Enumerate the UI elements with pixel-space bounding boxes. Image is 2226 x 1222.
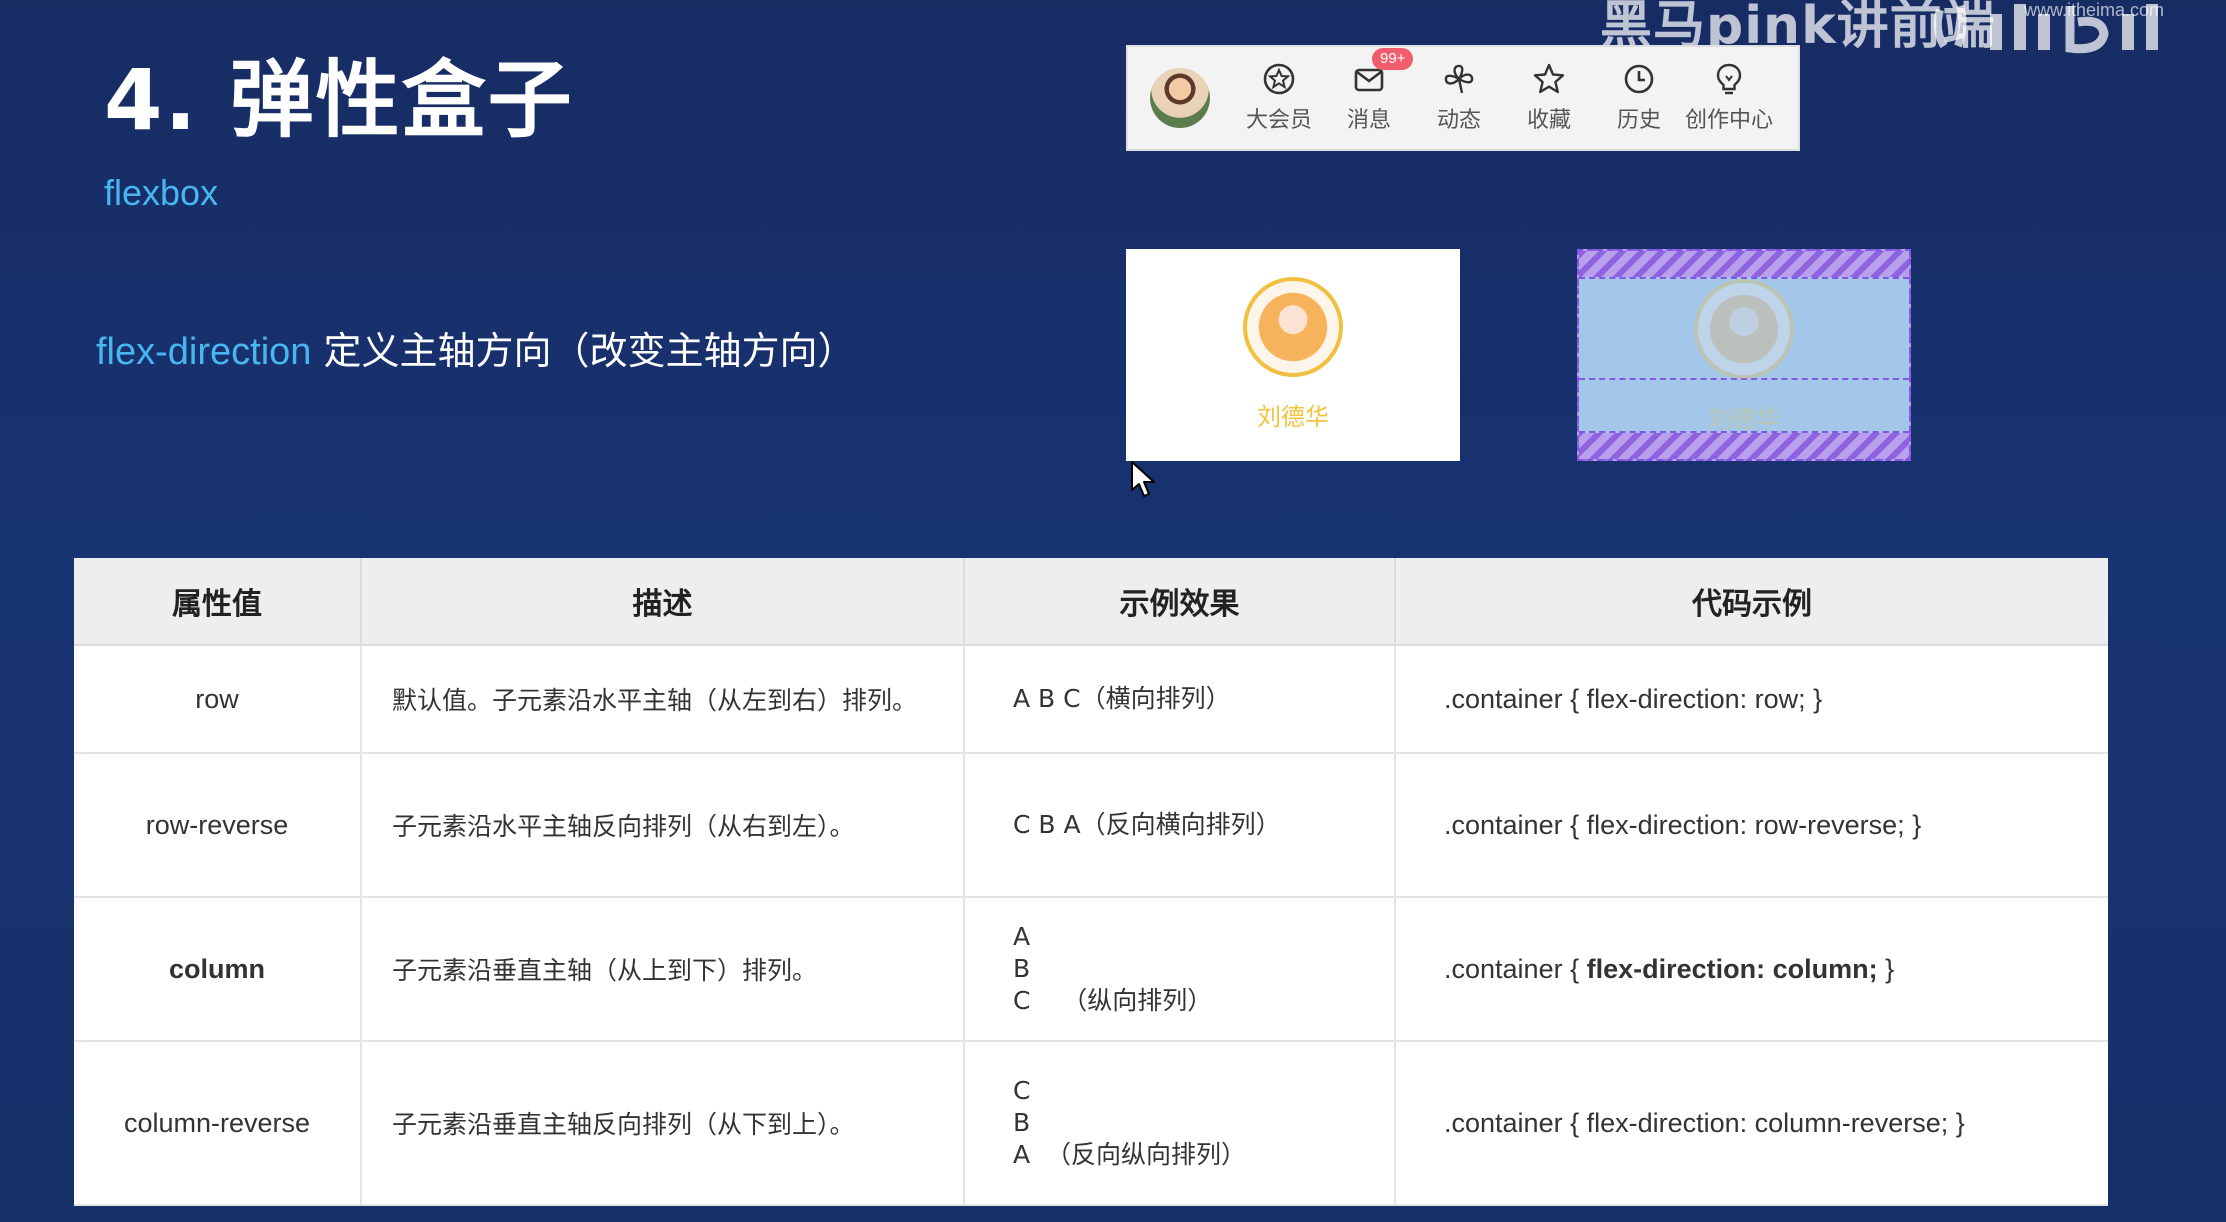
code-prefix: .container { xyxy=(1444,809,1587,840)
header-code: 代码示例 xyxy=(1395,558,2108,646)
profile-avatar-inspected xyxy=(1694,279,1794,379)
cell-code: .container { flex-direction: row-reverse… xyxy=(1395,753,2108,898)
example-line: A （反向纵向排列） xyxy=(1013,1140,1246,1169)
profile-name: 刘德华 xyxy=(1257,403,1329,431)
cell-example: C B A（反向横向排列） xyxy=(964,753,1396,898)
example-line: A xyxy=(1013,922,1031,951)
cell-example: A B C（横向排列） xyxy=(964,645,1396,754)
user-avatar[interactable] xyxy=(1150,68,1210,128)
example-line: C （纵向排列） xyxy=(1013,986,1213,1015)
nav-label-history: 历史 xyxy=(1616,108,1661,133)
clock-icon xyxy=(1624,64,1654,94)
nav-label-dynamic: 动态 xyxy=(1436,108,1481,133)
nav-label-vip: 大会员 xyxy=(1245,108,1312,133)
code-prefix: .container { xyxy=(1444,683,1587,714)
nav-item-messages[interactable]: 99+ 消息 xyxy=(1324,48,1414,134)
table-row: column 子元素沿垂直主轴（从上到下）排列。 A B C （纵向排列） .c… xyxy=(74,897,2108,1042)
vip-icon xyxy=(1263,63,1295,95)
cell-value: column xyxy=(74,897,362,1042)
example-line: C xyxy=(1013,1076,1031,1105)
profile-card-normal: 刘德华 xyxy=(1126,249,1460,461)
code-suffix: } xyxy=(1948,1107,1965,1138)
header-example: 示例效果 xyxy=(964,558,1396,646)
cell-code: .container { flex-direction: column-reve… xyxy=(1395,1041,2108,1206)
nav-item-vip[interactable]: 大会员 xyxy=(1234,62,1324,134)
example-line: B xyxy=(1013,954,1031,983)
nav-item-favorites[interactable]: 收藏 xyxy=(1504,62,1594,134)
header-description: 描述 xyxy=(361,558,965,646)
cell-value: row-reverse xyxy=(74,753,362,898)
code-body: flex-direction: column; xyxy=(1586,953,1878,984)
table-header-row: 属性值 描述 示例效果 代码示例 xyxy=(74,558,2108,646)
property-description: 定义主轴方向（改变主轴方向） xyxy=(311,329,856,373)
header-value: 属性值 xyxy=(74,558,362,646)
code-suffix: } xyxy=(1805,683,1823,714)
table-row: row 默认值。子元素沿水平主轴（从左到右）排列。 A B C（横向排列） .c… xyxy=(74,645,2108,754)
nav-label-favorites: 收藏 xyxy=(1526,108,1571,133)
code-prefix: .container { xyxy=(1444,953,1587,984)
example-line: B xyxy=(1013,1108,1031,1137)
cell-example: C B A （反向纵向排列） xyxy=(964,1041,1396,1206)
star-icon xyxy=(1533,63,1565,94)
slide-subtitle: flexbox xyxy=(104,172,219,213)
table-row: column-reverse 子元素沿垂直主轴反向排列（从下到上）。 C B A… xyxy=(74,1041,2108,1206)
code-body: flex-direction: row; xyxy=(1586,683,1806,714)
nav-item-creator-center[interactable]: 创作中心 xyxy=(1684,62,1774,134)
cell-value: column-reverse xyxy=(74,1041,362,1206)
slide-title: 4. 弹性盒子 xyxy=(104,51,574,149)
profile-name-inspected: 刘德华 xyxy=(1708,405,1780,433)
code-suffix: } xyxy=(1904,809,1922,840)
mouse-cursor-icon xyxy=(1131,461,1155,497)
nav-item-dynamic[interactable]: 动态 xyxy=(1414,62,1504,134)
code-body: flex-direction: column-reverse; xyxy=(1586,1107,1949,1138)
code-prefix: .container { xyxy=(1444,1107,1587,1138)
profile-card-inspected: 刘德华 xyxy=(1577,249,1911,461)
table-row: row-reverse 子元素沿水平主轴反向排列（从右到左）。 C B A（反向… xyxy=(74,753,2108,898)
cell-description: 子元素沿垂直主轴反向排列（从下到上）。 xyxy=(361,1041,965,1206)
cell-code: .container { flex-direction: row; } xyxy=(1395,645,2108,754)
property-line: flex-direction 定义主轴方向（改变主轴方向） xyxy=(96,320,856,375)
cell-description: 子元素沿水平主轴反向排列（从右到左）。 xyxy=(361,753,965,898)
profile-avatar xyxy=(1243,277,1343,377)
nav-label-messages: 消息 xyxy=(1346,108,1391,133)
code-suffix: } xyxy=(1877,953,1895,984)
example-line: A B C（横向排列） xyxy=(1013,684,1231,713)
message-badge: 99+ xyxy=(1372,48,1414,70)
example-line: C B A（反向横向排列） xyxy=(1013,810,1281,839)
cell-value: row xyxy=(74,645,362,754)
nav-bar-demo: 大会员 99+ 消息 动态 收藏 历史 创作中心 xyxy=(1126,45,1800,151)
cell-description: 默认值。子元素沿水平主轴（从左到右）排列。 xyxy=(361,645,965,754)
cell-description: 子元素沿垂直主轴（从上到下）排列。 xyxy=(361,897,965,1042)
watermark-url: www.itheima.com xyxy=(2024,0,2165,20)
cell-code: .container { flex-direction: column; } xyxy=(1395,897,2108,1042)
nav-label-creator-center: 创作中心 xyxy=(1684,108,1773,133)
property-name: flex-direction xyxy=(96,331,312,373)
nav-item-history[interactable]: 历史 xyxy=(1594,62,1684,134)
cell-example: A B C （纵向排列） xyxy=(964,897,1396,1042)
pinwheel-icon xyxy=(1444,64,1474,94)
code-body: flex-direction: row-reverse; xyxy=(1586,809,1905,840)
flex-direction-table: 属性值 描述 示例效果 代码示例 row 默认值。子元素沿水平主轴（从左到右）排… xyxy=(74,558,2108,1206)
bulb-icon xyxy=(1716,63,1742,95)
